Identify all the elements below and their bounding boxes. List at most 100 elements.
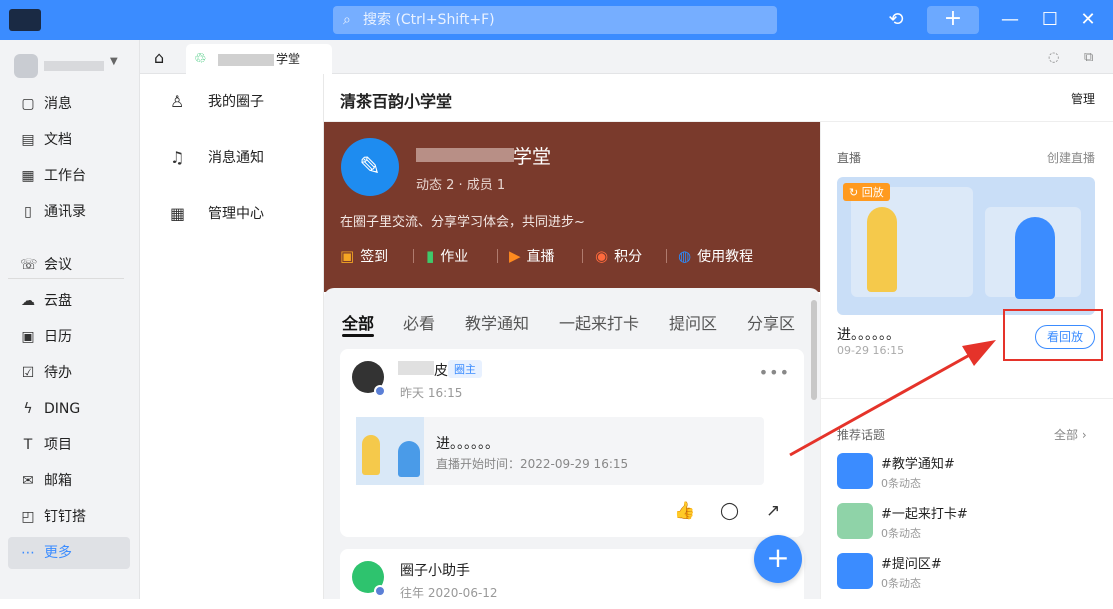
topics-heading: 推荐话题: [837, 428, 886, 442]
sidebar-item-builder[interactable]: ◰ 钉钉搭: [8, 501, 130, 533]
sidebar-item-contacts[interactable]: ▯ 通讯录: [8, 196, 130, 228]
sidebar-item-todo[interactable]: ☑ 待办: [8, 357, 130, 389]
history-icon[interactable]: ⟲: [884, 8, 908, 32]
sidebar-item-label: 日历: [44, 329, 72, 345]
live-title: 进。。。。。。: [436, 436, 499, 452]
more-icon[interactable]: •••: [759, 363, 790, 382]
sidebar-item-docs[interactable]: ▤ 文档: [8, 124, 130, 156]
topic-item[interactable]: #教学通知# 0条动态: [837, 453, 1097, 493]
sidebar-item-label: 待办: [44, 365, 72, 381]
topic-name: #教学通知#: [881, 457, 955, 472]
divider: [666, 249, 667, 263]
author-name-blurred: [398, 361, 434, 375]
user-icon: ♙: [170, 92, 185, 111]
highlight-box: [1003, 309, 1103, 361]
refresh-icon[interactable]: ◌: [1048, 50, 1059, 65]
nav-label: 我的圈子: [208, 94, 264, 110]
post-card[interactable]: 皮 圈主 昨天 16:15 ••• 进。。。。。。 直播开始时间：2022-09…: [340, 349, 804, 537]
feed-tabs: 全部 必看 教学通知 一起来打卡 提问区 分享区: [324, 288, 820, 340]
all-topics-link[interactable]: 全部 ›: [1054, 426, 1087, 443]
checkin-button[interactable]: ▣ 签到: [340, 246, 388, 266]
tab-teaching-notice[interactable]: 教学通知: [465, 310, 529, 334]
phone-icon: ☏: [20, 257, 38, 273]
sidebar-item-label: 消息: [44, 96, 72, 112]
tutorial-button[interactable]: ◍ 使用教程: [678, 246, 753, 266]
topic-thumbnail: [837, 503, 873, 539]
tab-share[interactable]: 分享区: [747, 310, 795, 334]
manage-link[interactable]: 管理: [1071, 90, 1095, 107]
action-label: 签到: [360, 249, 389, 265]
verified-badge: [374, 585, 386, 597]
add-button[interactable]: +: [927, 6, 979, 34]
sidebar-item-more[interactable]: ⋯ 更多: [8, 537, 130, 569]
sidebar-item-label: 工作台: [44, 168, 86, 184]
share-icon[interactable]: ↗: [766, 501, 780, 521]
live-replay-thumbnail[interactable]: ↻ 回放: [837, 177, 1095, 315]
live-thumbnail: [356, 417, 424, 485]
live-time: 09-29 16:15: [837, 344, 905, 357]
create-live-link[interactable]: 创建直播: [1047, 149, 1095, 166]
pencil-icon: ✎: [341, 138, 399, 196]
sidebar-item-cloud[interactable]: ☁ 云盘: [8, 285, 130, 317]
vertical-scrollbar[interactable]: [811, 300, 817, 400]
tab-circle[interactable]: ♲ 学堂: [186, 44, 332, 75]
home-icon[interactable]: ⌂: [154, 48, 164, 67]
tab-questions[interactable]: 提问区: [669, 310, 717, 334]
page-title: 清茶百韵小学堂: [340, 92, 453, 111]
nav-my-circles[interactable]: ♙ 我的圈子: [168, 90, 264, 114]
circle-meta: 动态 2 · 成员 1: [416, 178, 506, 193]
points-button[interactable]: ◉ 积分: [595, 246, 642, 266]
sidebar-item-label: 通讯录: [44, 204, 86, 220]
lightning-icon: ϟ: [23, 401, 33, 417]
tab-bar: ⌂ ♲ 学堂 ◌ ⧉: [140, 40, 1113, 75]
tab-checkin[interactable]: 一起来打卡: [559, 310, 639, 334]
create-post-button[interactable]: +: [754, 535, 802, 583]
sidebar-item-label: 云盘: [44, 293, 72, 309]
post-card[interactable]: 圈子小助手 往年 2020-06-12: [340, 549, 804, 609]
search-placeholder: 搜索 (Ctrl+Shift+F): [363, 12, 495, 28]
message-icon: ▢: [21, 96, 35, 112]
nav-management[interactable]: ▦ 管理中心: [168, 202, 264, 226]
topic-item[interactable]: #一起来打卡# 0条动态: [837, 503, 1097, 543]
close-icon[interactable]: ✕: [1078, 8, 1098, 32]
divider: [497, 249, 498, 263]
live-button[interactable]: ▶ 直播: [509, 246, 555, 266]
sidebar-item-ding[interactable]: ϟ DING: [8, 393, 130, 425]
circle-icon: ♲: [194, 51, 207, 67]
minimize-icon[interactable]: —: [1000, 8, 1020, 32]
sidebar-item-mail[interactable]: ✉ 邮箱: [8, 465, 130, 497]
sidebar-item-meeting[interactable]: ☏ 会议: [8, 249, 130, 281]
circle-name-blurred: [416, 148, 514, 162]
topic-item[interactable]: #提问区# 0条动态: [837, 553, 1097, 593]
sidebar-item-calendar[interactable]: ▣ 日历: [8, 321, 130, 353]
comment-icon[interactable]: ◯: [720, 501, 739, 521]
mail-icon: ✉: [22, 473, 34, 489]
post-time: 昨天 16:15: [400, 386, 463, 400]
sidebar-item-project[interactable]: T 项目: [8, 429, 130, 461]
live-card[interactable]: 进。。。。。。 直播开始时间：2022-09-29 16:15: [356, 417, 764, 485]
sidebar-item-label: 钉钉搭: [44, 509, 86, 525]
sidebar-item-label: 更多: [44, 545, 72, 561]
tab-must-see[interactable]: 必看: [403, 310, 435, 334]
grid-icon: ▦: [170, 204, 186, 223]
search-input[interactable]: ⌕ 搜索 (Ctrl+Shift+F): [333, 6, 777, 34]
replay-badge: ↻ 回放: [843, 183, 890, 201]
divider: [582, 249, 583, 263]
contacts-icon: ▯: [24, 204, 32, 220]
homework-button[interactable]: ▮ 作业: [426, 246, 468, 266]
nav-notifications[interactable]: ♫ 消息通知: [168, 146, 264, 170]
globe-icon: ◍: [678, 247, 692, 265]
action-label: 积分: [614, 249, 643, 265]
live-title: 进。。。。。。: [837, 327, 900, 343]
topic-count: 0条动态: [881, 577, 921, 590]
org-switcher[interactable]: ▼: [14, 52, 124, 78]
tab-all[interactable]: 全部: [342, 310, 374, 334]
open-window-icon[interactable]: ⧉: [1084, 50, 1093, 65]
author-name: 圈子小助手: [400, 563, 470, 579]
maximize-icon[interactable]: ☐: [1040, 8, 1060, 32]
grid-icon: ▦: [21, 168, 35, 184]
thumbs-up-icon[interactable]: 👍: [674, 501, 695, 521]
circle-name: 学堂: [513, 146, 552, 168]
sidebar-item-workbench[interactable]: ▦ 工作台: [8, 160, 130, 192]
sidebar-item-messages[interactable]: ▢ 消息: [8, 88, 130, 120]
